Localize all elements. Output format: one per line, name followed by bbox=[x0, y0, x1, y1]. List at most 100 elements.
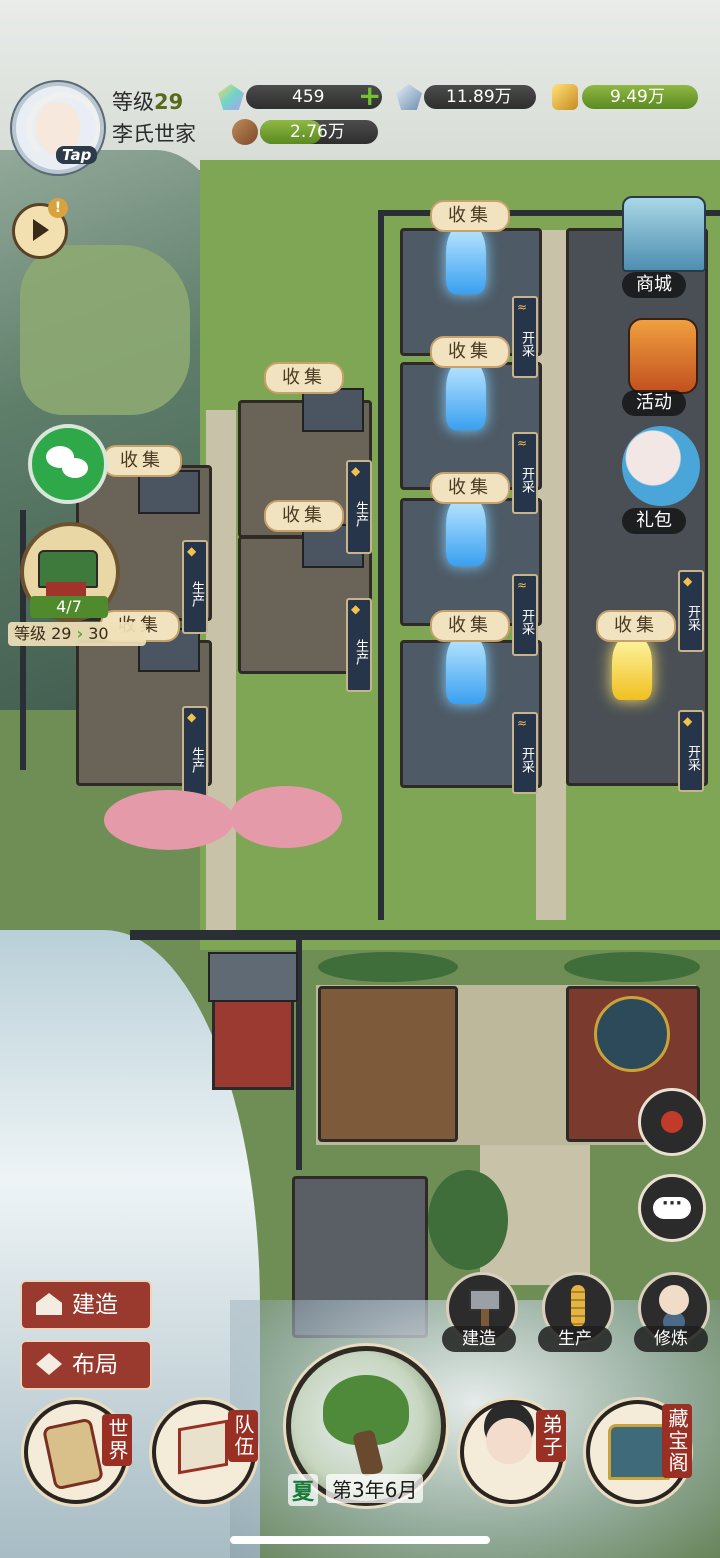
compound-wall bbox=[130, 930, 720, 940]
compound-wall bbox=[378, 210, 384, 920]
wood-icon bbox=[232, 119, 258, 145]
gold-icon: ◆ bbox=[187, 710, 197, 724]
tree-cluster bbox=[428, 1170, 508, 1270]
collect-bubble[interactable]: 收集 bbox=[430, 200, 510, 232]
sect-level-upgrade: 等级 29 › 30 bbox=[8, 622, 146, 646]
layout-button[interactable]: 布局 bbox=[20, 1340, 152, 1390]
spirit-stone-value: 459 bbox=[292, 87, 325, 107]
chat-icon: ··· bbox=[653, 1195, 691, 1219]
produce-tag[interactable]: ◆ 生产 bbox=[346, 460, 372, 554]
quick-produce-label[interactable]: 生产 bbox=[538, 1326, 612, 1352]
world-label[interactable]: 世界 bbox=[102, 1414, 132, 1466]
event-icon[interactable] bbox=[628, 318, 698, 394]
blue-crystal bbox=[446, 634, 486, 704]
collect-bubble[interactable]: 收集 bbox=[596, 610, 676, 642]
season-name: 夏 bbox=[288, 1474, 319, 1506]
workshop-roof bbox=[302, 388, 364, 432]
treasury-label[interactable]: 藏宝阁 bbox=[662, 1404, 692, 1478]
tap-badge: Tap bbox=[56, 146, 98, 164]
pavilion-roof bbox=[208, 952, 298, 1002]
wheat-icon bbox=[571, 1285, 585, 1327]
level-label: 等级 bbox=[112, 90, 154, 114]
gold-icon: ◆ bbox=[187, 544, 197, 558]
event-button-label[interactable]: 活动 bbox=[622, 390, 686, 416]
cherry-tree bbox=[230, 786, 342, 848]
collect-bubble[interactable]: 收集 bbox=[430, 610, 510, 642]
season-date: 第3年6月 bbox=[326, 1474, 424, 1503]
gold-icon: ◆ bbox=[683, 574, 693, 588]
crystal-icon: ≈ bbox=[517, 300, 528, 314]
crystal-icon: ≈ bbox=[517, 436, 528, 450]
tree-row bbox=[318, 952, 458, 982]
gold-icon: ◆ bbox=[351, 464, 361, 478]
alert-icon: ! bbox=[48, 198, 68, 218]
sect-level-label: 等级 bbox=[14, 624, 47, 643]
produce-tag[interactable]: ◆ 生产 bbox=[182, 540, 208, 634]
fruit-button[interactable] bbox=[638, 1088, 706, 1156]
mine-tag[interactable]: ≈ 开采 bbox=[512, 574, 538, 656]
map-scroll-icon bbox=[41, 1417, 105, 1491]
team-label[interactable]: 队伍 bbox=[228, 1410, 258, 1462]
formation-wheel bbox=[594, 996, 670, 1072]
collect-bubble[interactable]: 收集 bbox=[430, 336, 510, 368]
mine-tag[interactable]: ◆ 开采 bbox=[678, 570, 704, 652]
hammer-icon bbox=[469, 1289, 501, 1333]
gold-value: 9.49万 bbox=[610, 87, 665, 107]
meditation-icon bbox=[659, 1285, 689, 1315]
sect-level-to: 30 bbox=[88, 624, 109, 643]
blue-crystal bbox=[446, 224, 486, 294]
gold-crystal bbox=[612, 636, 652, 700]
wechat-icon[interactable] bbox=[28, 424, 108, 504]
crystal-value: 11.89万 bbox=[446, 87, 512, 107]
crystal-icon: ≈ bbox=[517, 578, 528, 592]
crystal-icon: ≈ bbox=[517, 716, 528, 730]
build-button[interactable]: 建造 bbox=[20, 1280, 152, 1330]
mossy-rock bbox=[20, 245, 190, 415]
level-value: 29 bbox=[154, 90, 184, 114]
fruit-icon bbox=[661, 1111, 683, 1133]
wood-value: 2.76万 bbox=[290, 122, 345, 142]
home-indicator[interactable] bbox=[230, 1536, 490, 1544]
collect-bubble[interactable]: 收集 bbox=[102, 445, 182, 477]
produce-tag[interactable]: ◆ 生产 bbox=[346, 598, 372, 692]
gift-button-label[interactable]: 礼包 bbox=[622, 508, 686, 534]
gold-icon bbox=[552, 84, 578, 110]
mine-tag[interactable]: ≈ 开采 bbox=[512, 432, 538, 514]
chevron-right-icon: › bbox=[76, 624, 84, 643]
scripture-hall[interactable] bbox=[318, 986, 458, 1142]
wood-bar: 2.76万 bbox=[260, 120, 378, 144]
house-icon bbox=[36, 1293, 62, 1315]
treasury-icon bbox=[608, 1424, 670, 1480]
blue-crystal bbox=[446, 496, 486, 566]
collect-bubble[interactable]: 收集 bbox=[264, 362, 344, 394]
sect-level-from: 29 bbox=[51, 624, 72, 643]
add-spirit-stone-button[interactable]: + bbox=[358, 82, 382, 110]
gold-bar: 9.49万 bbox=[582, 85, 698, 109]
team-flag-icon bbox=[178, 1419, 228, 1475]
gold-mine-row[interactable] bbox=[566, 228, 708, 786]
collect-bubble[interactable]: 收集 bbox=[264, 500, 344, 532]
quick-cultivate-label[interactable]: 修炼 bbox=[634, 1326, 708, 1352]
gold-icon: ◆ bbox=[351, 602, 361, 616]
produce-tag[interactable]: ◆ 生产 bbox=[182, 706, 208, 800]
layout-icon bbox=[36, 1353, 62, 1375]
gold-icon: ◆ bbox=[683, 714, 693, 728]
mine-tag[interactable]: ≈ 开采 bbox=[512, 296, 538, 378]
sect-count: 4/7 bbox=[30, 596, 108, 618]
disciple-icon bbox=[486, 1418, 532, 1464]
shop-icon[interactable] bbox=[622, 196, 706, 272]
gift-pack-icon[interactable] bbox=[622, 426, 700, 506]
collect-bubble[interactable]: 收集 bbox=[430, 472, 510, 504]
shop-button-label[interactable]: 商城 bbox=[622, 272, 686, 298]
cherry-tree bbox=[104, 790, 234, 850]
player-level: 等级29 bbox=[112, 86, 183, 116]
blue-crystal bbox=[446, 360, 486, 430]
quick-build-label[interactable]: 建造 bbox=[442, 1326, 516, 1352]
disciple-label[interactable]: 弟子 bbox=[536, 1410, 566, 1462]
clan-name: 李氏世家 bbox=[112, 122, 196, 146]
tree-row bbox=[564, 952, 700, 982]
chat-button[interactable]: ··· bbox=[638, 1174, 706, 1242]
crystal-bar: 11.89万 bbox=[424, 85, 536, 109]
mine-tag[interactable]: ≈ 开采 bbox=[512, 712, 538, 794]
mine-tag[interactable]: ◆ 开采 bbox=[678, 710, 704, 792]
